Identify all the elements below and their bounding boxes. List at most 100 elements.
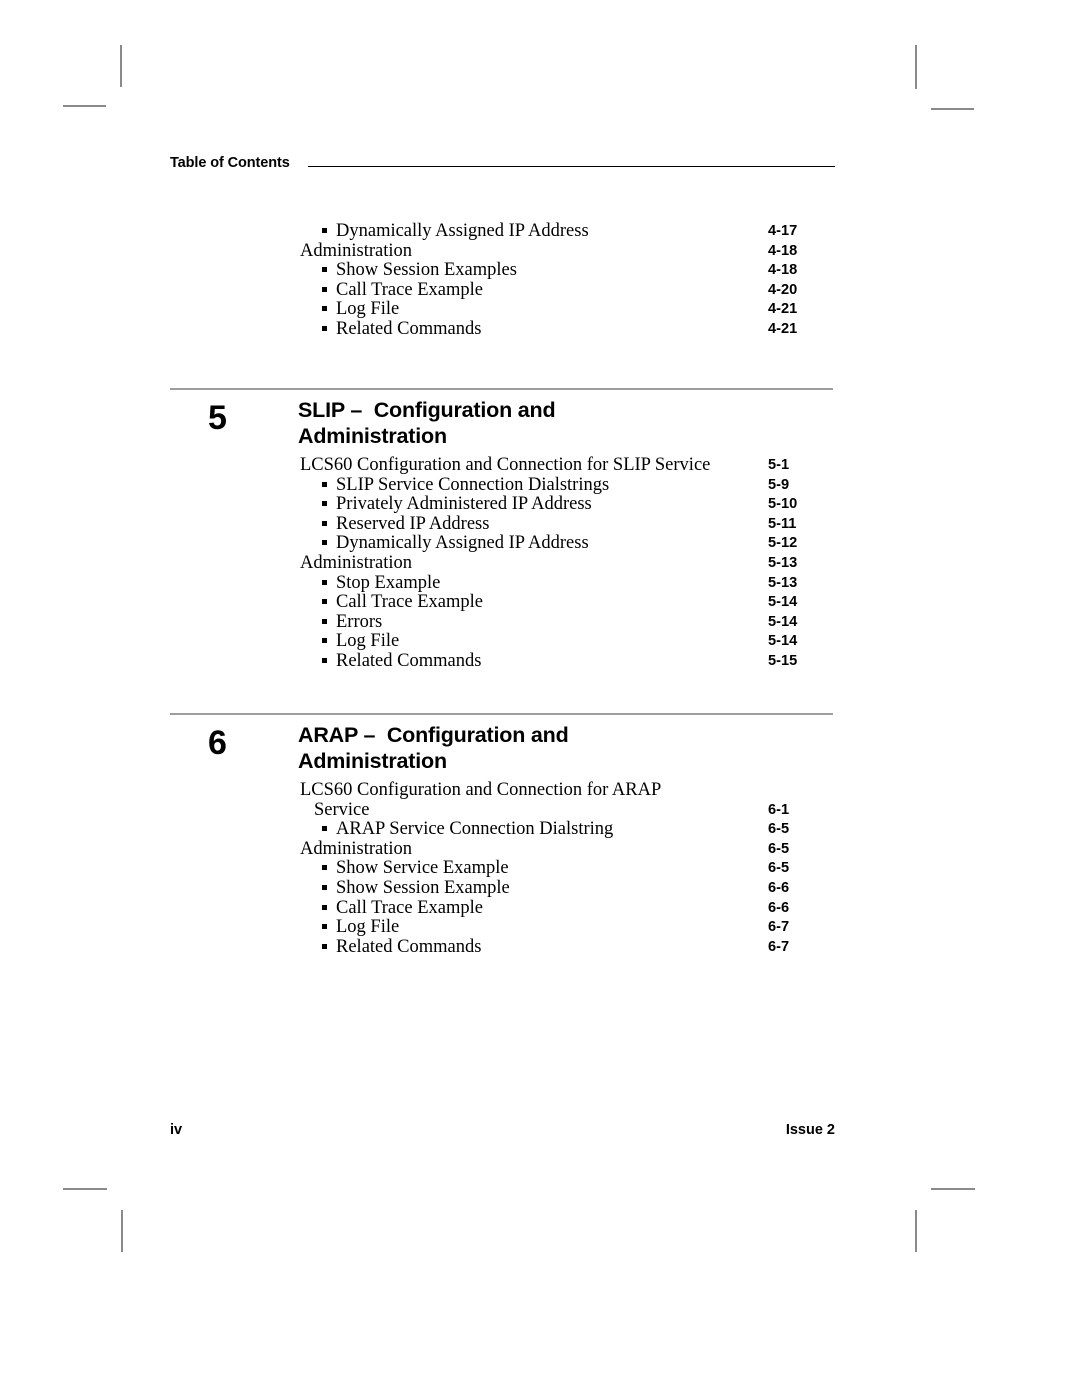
toc-entry-page-number: 5-15 [768, 652, 798, 669]
bullet-square-icon [322, 865, 327, 871]
chapter-heading[interactable]: 5 SLIP – Configuration and Administration [170, 398, 835, 456]
toc-entry[interactable]: Related Commands 4-21 [170, 319, 835, 340]
bullet-square-icon [322, 520, 327, 526]
toc-entry-label: Reserved IP Address [322, 513, 490, 535]
toc-entry[interactable]: Log File 6-7 [170, 917, 835, 938]
page-footer: iv Issue 2 [170, 1122, 835, 1138]
toc-entry-text: ARAP Service Connection Dialstring [336, 819, 614, 840]
toc-entry-label: Call Trace Example [322, 280, 483, 301]
toc-entry-label: Show Session Example [322, 878, 510, 899]
bullet-square-icon [322, 618, 327, 624]
chapter-heading[interactable]: 6 ARAP – Configuration and Administration [170, 723, 835, 781]
toc-entry-page-number: 4-17 [768, 223, 798, 239]
toc-entry-page-number: 6-1 [768, 801, 790, 818]
toc-entry-label: Errors [322, 611, 383, 633]
chapter-divider-rule [170, 388, 833, 390]
toc-entry-page-number: 6-5 [768, 860, 790, 877]
toc-entry-page-number: 6-5 [768, 821, 790, 838]
bullet-square-icon [322, 943, 327, 949]
crop-mark-top-right-vertical [915, 45, 917, 89]
toc-entry-page-number: 4-21 [768, 301, 798, 318]
crop-mark-top-left-vertical [120, 45, 122, 87]
toc-entry[interactable]: LCS60 Configuration and Connection for S… [170, 455, 835, 476]
toc-entry-page-number: 6-6 [768, 899, 790, 916]
toc-entry-text: Show Session Examples [336, 260, 517, 281]
chapter-number: 6 [208, 724, 227, 762]
toc-entry[interactable]: Show Session Example 6-6 [170, 878, 835, 899]
toc-entry[interactable]: Related Commands 6-7 [170, 936, 835, 958]
toc-entry-text: Reserved IP Address [336, 513, 490, 534]
toc-entry-page-number: 5-14 [768, 633, 798, 650]
toc-entry-text: Call Trace Example [336, 592, 483, 613]
toc-entry[interactable]: Stop Example 5-13 [170, 572, 835, 594]
running-header: Table of Contents [170, 152, 835, 174]
toc-entry-text: Show Service Example [336, 858, 509, 879]
footer-page-number: iv [170, 1122, 183, 1138]
toc-entry[interactable]: Administration 6-5 [170, 838, 835, 860]
toc-entry[interactable]: Administration 4-18 [170, 241, 835, 262]
toc-entry[interactable]: ARAP Service Connection Dialstring 6-5 [170, 819, 835, 840]
bullet-square-icon [322, 228, 327, 233]
toc-entry-text: Related Commands [336, 650, 482, 671]
bullet-square-icon [322, 826, 327, 832]
bullet-square-icon [322, 579, 327, 585]
chapter-title: ARAP – Configuration and Administration [298, 723, 835, 774]
toc-entry-page-number: 5-9 [768, 476, 790, 493]
toc-entry-list: LCS60 Configuration and Connection for A… [170, 780, 835, 958]
bullet-square-icon [322, 481, 327, 487]
bullet-square-icon [322, 540, 327, 546]
toc-entry-page-number: 5-10 [768, 496, 798, 513]
toc-entry[interactable]: Call Trace Example 5-14 [170, 592, 835, 613]
bullet-square-icon [322, 904, 327, 910]
crop-mark-top-right-horizontal [931, 108, 974, 110]
bullet-square-icon [322, 306, 327, 312]
toc-entry-page-number: 5-1 [768, 457, 790, 473]
toc-entry[interactable]: LCS60 Configuration and Connection for A… [170, 780, 835, 820]
toc-entry[interactable]: SLIP Service Connection Dialstrings 5-9 [170, 474, 835, 496]
toc-entry[interactable]: Related Commands 5-15 [170, 650, 835, 672]
toc-entry-label: Call Trace Example [322, 592, 483, 613]
toc-entry[interactable]: Call Trace Example 6-6 [170, 897, 835, 919]
toc-entry-text: Log File [336, 299, 400, 320]
toc-entry-page-number: 5-14 [768, 594, 798, 611]
toc-entry-label: Related Commands [322, 319, 481, 340]
toc-entry[interactable]: Show Session Examples 4-18 [170, 260, 835, 281]
toc-entry-page-number: 6-7 [768, 938, 790, 955]
toc-entry[interactable]: Dynamically Assigned IP Address 5-12 [170, 534, 835, 554]
toc-entry-label: Call Trace Example [322, 897, 483, 919]
toc-entry-text: LCS60 Configuration and Connection for S… [300, 455, 711, 475]
toc-entry[interactable]: Dynamically Assigned IP Address 4-17 [170, 221, 835, 242]
toc-entry-label: LCS60 Configuration and Connection for S… [300, 455, 711, 476]
toc-entry-label: LCS60 Configuration and Connection for A… [300, 780, 770, 820]
chapter-title-line-2: Administration [298, 748, 447, 773]
toc-entry[interactable]: Log File 5-14 [170, 632, 835, 652]
toc-entry-label: Log File [322, 632, 399, 652]
toc-entry-text: Errors [336, 611, 383, 632]
toc-entry[interactable]: Administration 5-13 [170, 553, 835, 574]
toc-entry-text: SLIP Service Connection Dialstrings [336, 474, 610, 495]
crop-mark-bottom-left-vertical [121, 1210, 123, 1252]
chapter-number: 5 [208, 399, 227, 437]
toc-entry-label: Administration [300, 241, 412, 262]
toc-entry[interactable]: Call Trace Example 4-20 [170, 280, 835, 301]
toc-entry-label: Related Commands [322, 936, 482, 958]
toc-entry-page-number: 4-18 [768, 262, 798, 279]
toc-entry-text: Administration [300, 838, 413, 859]
toc-entry[interactable]: Privately Administered IP Address 5-10 [170, 494, 835, 515]
toc-entry-label: Related Commands [322, 650, 482, 672]
toc-entry-page-number: 5-13 [768, 554, 798, 571]
toc-entry-text: Call Trace Example [336, 897, 483, 918]
bullet-square-icon [322, 286, 327, 292]
toc-entry-text: Stop Example [336, 572, 441, 593]
toc-entry[interactable]: Reserved IP Address 5-11 [170, 513, 835, 535]
toc-entry-label: Log File [322, 917, 399, 938]
toc-entry-label: Show Service Example [322, 859, 509, 879]
toc-entry[interactable]: Log File 4-21 [170, 300, 835, 320]
toc-entry-text: Related Commands [336, 936, 482, 957]
toc-entry-label: Dynamically Assigned IP Address [322, 534, 589, 554]
crop-mark-bottom-right-vertical [915, 1210, 917, 1252]
toc-entry[interactable]: Errors 5-14 [170, 611, 835, 633]
toc-entry[interactable]: Show Service Example 6-5 [170, 859, 835, 879]
toc-entry-text: LCS60 Configuration and Connection for A… [300, 780, 662, 800]
toc-entry-page-number: 6-7 [768, 919, 790, 936]
